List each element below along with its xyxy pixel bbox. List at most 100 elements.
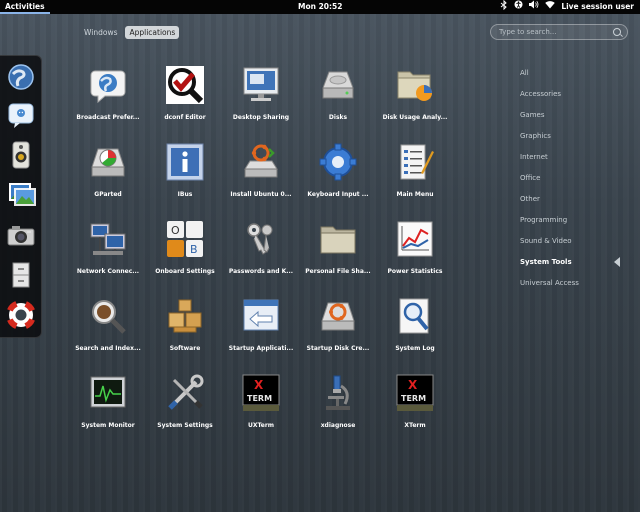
app-ibus[interactable]: IBus (147, 143, 223, 215)
app-label: GParted (94, 191, 122, 198)
tab-applications[interactable]: Applications (125, 26, 180, 39)
category-universal-access[interactable]: Universal Access (520, 278, 579, 299)
main-menu-icon (396, 143, 434, 181)
tab-windows[interactable]: Windows (80, 26, 121, 39)
app-network-connections[interactable]: Network Connec... (70, 220, 146, 292)
onboard-keys-icon: OB (166, 220, 204, 258)
top-bar: Activities Mon 20:52 Live session user (0, 0, 640, 14)
svg-text:X: X (408, 378, 418, 392)
help-lifebuoy-icon[interactable] (5, 300, 36, 330)
web-browser-icon[interactable] (6, 62, 36, 92)
app-label: Disk Usage Analy... (382, 114, 448, 121)
app-system-monitor[interactable]: System Monitor (70, 374, 146, 446)
search-magnifier-icon (89, 297, 127, 335)
app-install-ubuntu[interactable]: Install Ubuntu 0... (223, 143, 299, 215)
app-label: IBus (177, 191, 193, 198)
app-disks[interactable]: Disks (300, 66, 376, 138)
file-cabinet-icon[interactable] (6, 260, 36, 290)
ibus-info-icon (166, 143, 204, 181)
app-startup-applications[interactable]: Startup Applicati... (223, 297, 299, 369)
app-xterm[interactable]: X TERM XTerm (377, 374, 453, 446)
search-input[interactable] (499, 25, 609, 39)
app-label: UXTerm (247, 422, 275, 429)
svg-text:X: X (254, 378, 264, 392)
clock[interactable]: Mon 20:52 (298, 0, 342, 14)
app-main-menu[interactable]: Main Menu (377, 143, 453, 215)
network-icon[interactable] (545, 0, 556, 14)
user-menu[interactable]: Live session user (561, 0, 634, 14)
category-office[interactable]: Office (520, 173, 579, 194)
app-onboard-settings[interactable]: OB Onboard Settings (147, 220, 223, 292)
app-personal-file-sharing[interactable]: Personal File Sha... (300, 220, 376, 292)
keyboard-gear-icon (319, 143, 357, 181)
startup-apps-icon (242, 297, 280, 335)
svg-text:O: O (171, 224, 180, 237)
accessibility-icon[interactable] (514, 0, 523, 14)
startup-disk-icon (319, 297, 357, 335)
category-graphics[interactable]: Graphics (520, 131, 579, 152)
image-viewer-icon[interactable] (6, 180, 36, 210)
app-label: Broadcast Prefer... (76, 114, 140, 121)
category-sound-video[interactable]: Sound & Video (520, 236, 579, 257)
app-passwords-and-keys[interactable]: Passwords and K... (223, 220, 299, 292)
app-label: xdiagnose (320, 422, 356, 429)
app-label: Onboard Settings (155, 268, 215, 275)
category-internet[interactable]: Internet (520, 152, 579, 173)
category-other[interactable]: Other (520, 194, 579, 215)
install-ubuntu-icon (242, 143, 280, 181)
app-label: Startup Applicati... (228, 345, 294, 352)
xterm-icon: X TERM (396, 374, 434, 412)
app-label: XTerm (404, 422, 426, 429)
app-disk-usage-analyzer[interactable]: Disk Usage Analy... (377, 66, 453, 138)
app-gparted[interactable]: GParted (70, 143, 146, 215)
app-system-log[interactable]: System Log (377, 297, 453, 369)
bluetooth-icon[interactable] (500, 0, 508, 15)
svg-text:B: B (190, 243, 198, 256)
app-desktop-sharing[interactable]: Desktop Sharing (223, 66, 299, 138)
disk-usage-folder-icon (396, 66, 434, 104)
search-icon (613, 28, 621, 36)
category-accessories[interactable]: Accessories (520, 89, 579, 110)
broadcast-globe-icon (89, 66, 127, 104)
category-all[interactable]: All (520, 68, 579, 89)
app-label: System Monitor (81, 422, 135, 429)
uxterm-icon: X TERM (242, 374, 280, 412)
app-power-statistics[interactable]: Power Statistics (377, 220, 453, 292)
app-label: System Settings (157, 422, 213, 429)
view-selector: Windows Applications (80, 26, 180, 39)
power-chart-icon (396, 220, 434, 258)
app-label: Main Menu (396, 191, 434, 198)
app-system-settings[interactable]: System Settings (147, 374, 223, 446)
category-games[interactable]: Games (520, 110, 579, 131)
category-programming[interactable]: Programming (520, 215, 579, 236)
app-label: Install Ubuntu 0... (230, 191, 292, 198)
app-dconf-editor[interactable]: dconf Editor (147, 66, 223, 138)
keys-icon (242, 220, 280, 258)
chat-icon[interactable] (6, 100, 36, 130)
app-label: dconf Editor (164, 114, 206, 121)
app-keyboard-input-methods[interactable]: Keyboard Input ... (300, 143, 376, 215)
camera-icon[interactable] (6, 220, 36, 250)
microscope-icon (319, 374, 357, 412)
app-startup-disk-creator[interactable]: Startup Disk Cre... (300, 297, 376, 369)
volume-icon[interactable] (529, 0, 539, 14)
app-uxterm[interactable]: X TERM UXTerm (223, 374, 299, 446)
app-software[interactable]: Software (147, 297, 223, 369)
category-list: All Accessories Games Graphics Internet … (520, 68, 579, 299)
settings-tools-icon (166, 374, 204, 412)
file-share-folder-icon (319, 220, 357, 258)
app-label: Disks (328, 114, 348, 121)
app-xdiagnose[interactable]: xdiagnose (300, 374, 376, 446)
search-box[interactable] (490, 24, 628, 40)
category-system-tools[interactable]: System Tools (520, 257, 579, 278)
speaker-icon[interactable] (6, 140, 36, 170)
app-label: Desktop Sharing (232, 114, 290, 121)
app-label: Search and Index... (75, 345, 141, 352)
disk-drive-icon (319, 66, 357, 104)
app-broadcast-preferences[interactable]: Broadcast Prefer... (70, 66, 146, 138)
app-label: Startup Disk Cre... (306, 345, 370, 352)
activities-button[interactable]: Activities (0, 0, 50, 14)
app-label: Passwords and K... (228, 268, 294, 275)
app-search-and-indexing[interactable]: Search and Index... (70, 297, 146, 369)
app-label: Software (169, 345, 201, 352)
